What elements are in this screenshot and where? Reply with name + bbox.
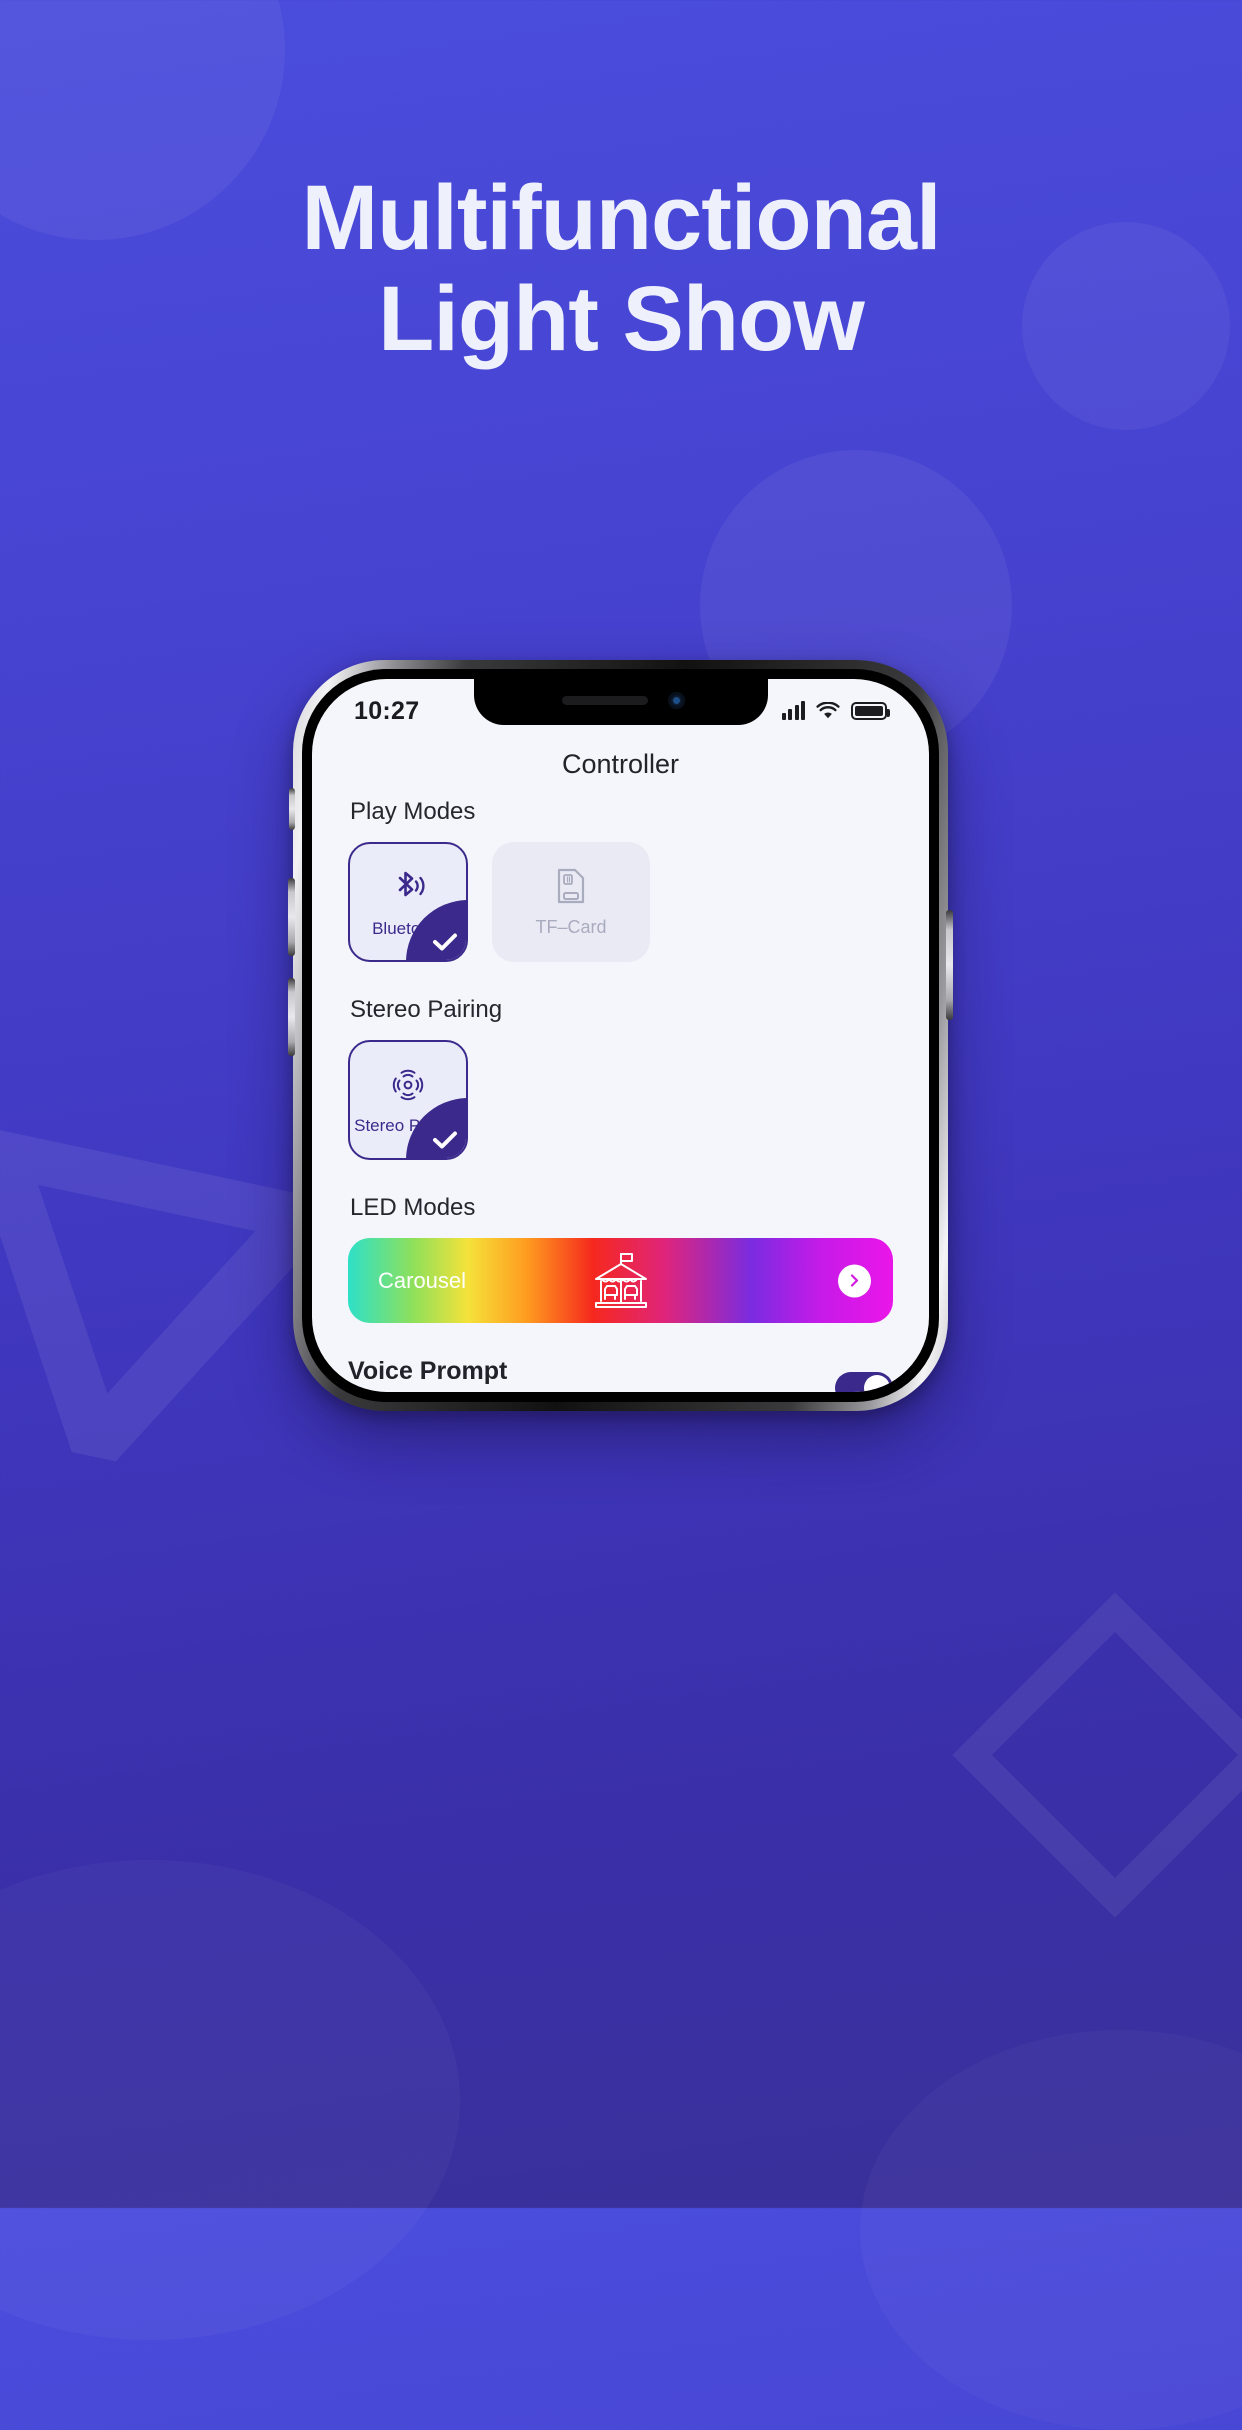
led-mode-name: Carousel [378, 1267, 467, 1293]
phone-mockup: 10:27 Controller Play Modes Bluetooth TF… [288, 660, 953, 1411]
phone-silent-switch[interactable] [289, 788, 295, 830]
battery-full-icon [851, 702, 890, 720]
phone-power-button[interactable] [946, 910, 953, 1020]
page-title-line-2: Light Show [378, 268, 865, 371]
section-label-stereo-pairing: Stereo Pairing [350, 996, 503, 1023]
bluetooth-icon [391, 868, 425, 911]
mode-card-tf-card-label: TF–Card [535, 917, 607, 937]
page-title: Multifunctional Light Show [0, 167, 1242, 371]
page-title-line-1: Multifunctional [301, 167, 941, 269]
led-mode-selector[interactable]: Carousel [348, 1238, 893, 1323]
tf-card-icon [556, 868, 586, 909]
app-content: Controller Play Modes Bluetooth TF–Card … [312, 737, 929, 1392]
stereo-pairing-icon [390, 1067, 426, 1108]
mode-card-bluetooth[interactable]: Bluetooth [348, 842, 468, 962]
carousel-icon [588, 1250, 654, 1317]
decorative-swoosh-left [0, 1860, 460, 2340]
phone-screen: 10:27 Controller Play Modes Bluetooth TF… [312, 679, 929, 1392]
phone-volume-down-button[interactable] [288, 978, 295, 1056]
voice-prompt-row: Voice Prompt The device won’t prompt onc… [348, 1357, 893, 1392]
status-bar-icons [781, 701, 890, 720]
app-page-title: Controller [561, 749, 680, 779]
decorative-triangle-icon [0, 1128, 318, 1492]
earpiece-speaker [561, 696, 648, 705]
wifi-icon [816, 702, 840, 720]
decorative-swoosh-right [860, 2030, 1242, 2430]
phone-volume-up-button[interactable] [288, 878, 295, 956]
chevron-right-icon[interactable] [838, 1264, 871, 1297]
voice-prompt-toggle[interactable] [835, 1371, 893, 1392]
play-modes-card-row: Bluetooth TF–Card [348, 842, 893, 962]
section-label-led-modes: LED Modes [350, 1194, 476, 1221]
stereo-pairing-card-row: Stereo Pairing [348, 1040, 893, 1160]
front-camera-icon [667, 692, 685, 709]
status-bar-time: 10:27 [354, 696, 420, 725]
signal-bars-icon [781, 701, 805, 720]
mode-card-tf-card[interactable]: TF–Card [492, 842, 650, 962]
section-label-play-modes: Play Modes [350, 798, 476, 825]
mode-card-stereo-pairing[interactable]: Stereo Pairing [348, 1040, 468, 1160]
voice-prompt-text: Voice Prompt The device won’t prompt onc… [348, 1357, 687, 1392]
phone-notch [473, 679, 768, 725]
decorative-diamond-outline [952, 1592, 1242, 1918]
app-scroll-area[interactable]: Play Modes Bluetooth TF–Card Stereo Pair… [312, 798, 929, 1392]
voice-prompt-title: Voice Prompt [348, 1357, 508, 1385]
